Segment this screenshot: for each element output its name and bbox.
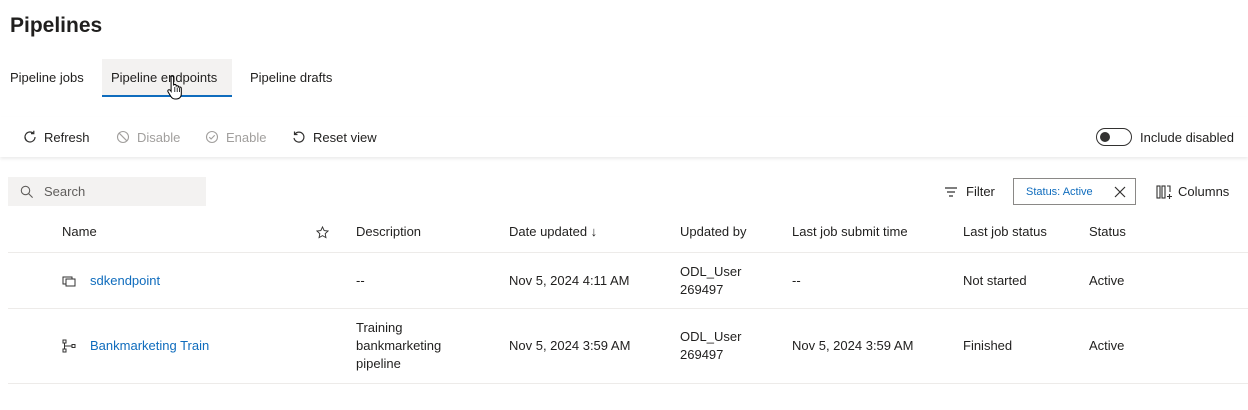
last-job-status-cell: Finished	[963, 338, 1013, 353]
search-box	[8, 177, 206, 206]
last-job-submit-time-cell: Nov 5, 2024 3:59 AM	[792, 338, 914, 353]
page-title: Pipelines	[10, 14, 103, 37]
columns-button[interactable]: Columns	[1156, 177, 1229, 206]
include-disabled-label: Include disabled	[1140, 129, 1234, 145]
updated-by-cell: ODL_User 269497	[680, 253, 760, 308]
endpoint-name-link[interactable]: Bankmarketing Train	[90, 309, 209, 383]
enable-label: Enable	[226, 129, 267, 145]
command-bar: Refresh Disable Enable Reset view Includ…	[0, 117, 1248, 157]
header-last-job-status[interactable]: Last job status	[963, 212, 1047, 252]
updated-by-line: 269497	[680, 281, 724, 297]
status-filter-chip[interactable]: Status: Active	[1013, 178, 1136, 205]
header-status[interactable]: Status	[1089, 212, 1126, 252]
header-description[interactable]: Description	[356, 212, 476, 252]
tab-pipeline-jobs[interactable]: Pipeline jobs	[10, 59, 84, 97]
updated-by-cell: ODL_User 269497	[680, 309, 760, 383]
search-input[interactable]	[44, 184, 194, 199]
columns-icon	[1156, 184, 1172, 199]
enable-button[interactable]: Enable	[204, 117, 266, 157]
date-updated-cell: Nov 5, 2024 3:59 AM	[509, 338, 631, 353]
last-job-status-cell: Not started	[963, 272, 1027, 288]
block-icon	[116, 130, 130, 144]
close-icon[interactable]	[1113, 185, 1127, 199]
date-updated-cell: Nov 5, 2024 4:11 AM	[509, 272, 630, 288]
header-name[interactable]: Name	[62, 212, 97, 252]
check-circle-icon	[205, 130, 219, 144]
table-header-row: Name Description Date updated ↓ Updated …	[8, 212, 1248, 253]
include-disabled-toggle-group: Include disabled	[1096, 117, 1234, 157]
description-line: Training	[356, 320, 403, 335]
hand-cursor-icon	[167, 75, 182, 100]
header-date-updated[interactable]: Date updated ↓	[509, 212, 597, 252]
tab-bar: Pipeline jobs Pipeline endpoints Pipelin…	[0, 59, 1248, 99]
refresh-button[interactable]: Refresh	[22, 117, 90, 157]
disable-label: Disable	[137, 129, 181, 145]
refresh-label: Refresh	[44, 129, 90, 145]
updated-by-line: ODL_User	[680, 263, 742, 279]
pipeline-icon	[62, 309, 76, 383]
endpoint-icon	[62, 253, 76, 308]
status-cell: Active	[1089, 338, 1125, 353]
reset-view-label: Reset view	[313, 129, 377, 145]
status-cell: Active	[1089, 272, 1125, 288]
header-last-job-submit-time[interactable]: Last job submit time	[792, 212, 908, 252]
table-row[interactable]: Bankmarketing Train Training bankmarketi…	[8, 309, 1248, 384]
columns-label: Columns	[1178, 184, 1230, 199]
endpoint-name-link[interactable]: sdkendpoint	[90, 253, 160, 308]
last-job-submit-time-cell: --	[792, 272, 801, 288]
table-row[interactable]: sdkendpoint -- Nov 5, 2024 4:11 AM ODL_U…	[8, 253, 1248, 309]
search-icon	[20, 185, 33, 198]
filter-icon	[945, 186, 957, 197]
disable-button[interactable]: Disable	[115, 117, 180, 157]
filter-label: Filter	[966, 184, 995, 199]
star-icon[interactable]	[316, 212, 329, 252]
status-filter-chip-label: Status: Active	[1026, 185, 1093, 198]
updated-by-line: ODL_User	[680, 329, 742, 344]
filter-button[interactable]: Filter	[944, 177, 995, 206]
refresh-icon	[24, 130, 36, 143]
description-line: pipeline	[356, 356, 401, 371]
toggle-knob	[1100, 132, 1111, 142]
updated-by-line: 269497	[680, 347, 724, 362]
reset-view-button[interactable]: Reset view	[291, 117, 377, 157]
undo-icon	[293, 131, 305, 143]
description-cell: --	[356, 272, 365, 288]
description-line: bankmarketing	[356, 338, 442, 353]
tab-pipeline-drafts[interactable]: Pipeline drafts	[250, 59, 332, 97]
header-updated-by[interactable]: Updated by	[680, 212, 760, 252]
description-cell: Training bankmarketing pipeline	[356, 309, 476, 383]
include-disabled-toggle[interactable]	[1096, 128, 1133, 146]
